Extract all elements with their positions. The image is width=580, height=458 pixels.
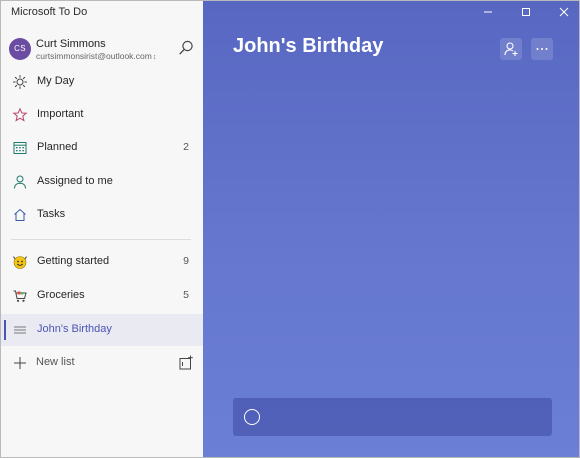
list-title: John's Birthday <box>233 35 384 57</box>
sidebar-item-my-day[interactable]: My Day <box>1 66 203 98</box>
sun-icon <box>13 75 27 89</box>
app-title: Microsoft To Do <box>11 6 88 18</box>
account-name: Curt Simmons <box>36 38 106 50</box>
active-indicator <box>4 320 6 340</box>
minimize-icon <box>484 11 492 13</box>
add-person-icon <box>504 42 518 56</box>
sidebar-item-important[interactable]: Important <box>1 99 203 131</box>
chevron-updown-icon: ↕ <box>152 54 157 61</box>
account-switcher[interactable]: CS Curt Simmons curtsimmonsirist@outlook… <box>9 36 197 64</box>
maximize-button[interactable] <box>517 4 535 20</box>
home-icon <box>14 208 26 221</box>
sidebar-item-label: My Day <box>37 75 75 87</box>
calendar-icon <box>13 142 27 154</box>
add-task-input[interactable] <box>269 407 539 427</box>
sidebar-divider <box>11 239 191 240</box>
person-icon <box>14 175 26 189</box>
sidebar-item-label: Tasks <box>37 208 66 220</box>
sidebar-item-johns-birthday[interactable]: John's Birthday <box>1 314 203 346</box>
sidebar-item-label: Getting started <box>37 255 110 267</box>
shopping-cart-emoji-icon <box>13 290 27 302</box>
sidebar-item-label: Planned <box>37 141 78 153</box>
sidebar-item-count: 9 <box>183 255 189 267</box>
more-icon <box>536 48 548 50</box>
new-group-icon <box>179 355 193 370</box>
new-group-button[interactable] <box>178 355 194 371</box>
sidebar-item-label: Groceries <box>37 289 85 301</box>
sidebar-item-count: 5 <box>183 289 189 301</box>
sidebar: Microsoft To Do CS Curt Simmons curtsimm… <box>1 1 203 457</box>
plus-icon <box>14 357 26 369</box>
window-controls <box>471 1 579 23</box>
sidebar-item-tasks[interactable]: Tasks <box>1 199 203 231</box>
search-button[interactable] <box>177 39 195 57</box>
sidebar-item-label: Important <box>37 108 84 120</box>
share-list-button[interactable] <box>500 38 522 60</box>
circle-icon <box>244 409 260 425</box>
account-email-text: curtsimmonsirist@outlook.com <box>36 51 152 61</box>
smiley-emoji-icon <box>13 256 27 269</box>
account-email: curtsimmonsirist@outlook.com↕ <box>36 51 156 61</box>
sidebar-item-assigned-to-me[interactable]: Assigned to me <box>1 166 203 198</box>
sidebar-item-label: John's Birthday <box>37 323 112 335</box>
new-list-button[interactable]: New list <box>1 347 203 379</box>
app-window: Microsoft To Do CS Curt Simmons curtsimm… <box>0 0 580 458</box>
task-list-pane: John's Birthday <box>203 1 579 457</box>
sidebar-item-getting-started[interactable]: Getting started 9 <box>1 246 203 278</box>
sidebar-item-groceries[interactable]: Groceries 5 <box>1 280 203 312</box>
close-button[interactable] <box>555 4 573 20</box>
search-icon <box>179 40 193 55</box>
list-lines-icon <box>14 326 26 334</box>
new-list-label: New list <box>36 356 75 368</box>
list-options-button[interactable] <box>531 38 553 60</box>
add-task-bar[interactable] <box>233 398 552 436</box>
sidebar-item-count: 2 <box>183 141 189 153</box>
sidebar-item-planned[interactable]: Planned 2 <box>1 132 203 164</box>
minimize-button[interactable] <box>479 4 497 20</box>
sidebar-item-label: Assigned to me <box>37 175 113 187</box>
avatar: CS <box>9 38 31 60</box>
close-icon <box>559 7 569 17</box>
maximize-icon <box>522 8 530 16</box>
star-icon <box>12 107 28 122</box>
